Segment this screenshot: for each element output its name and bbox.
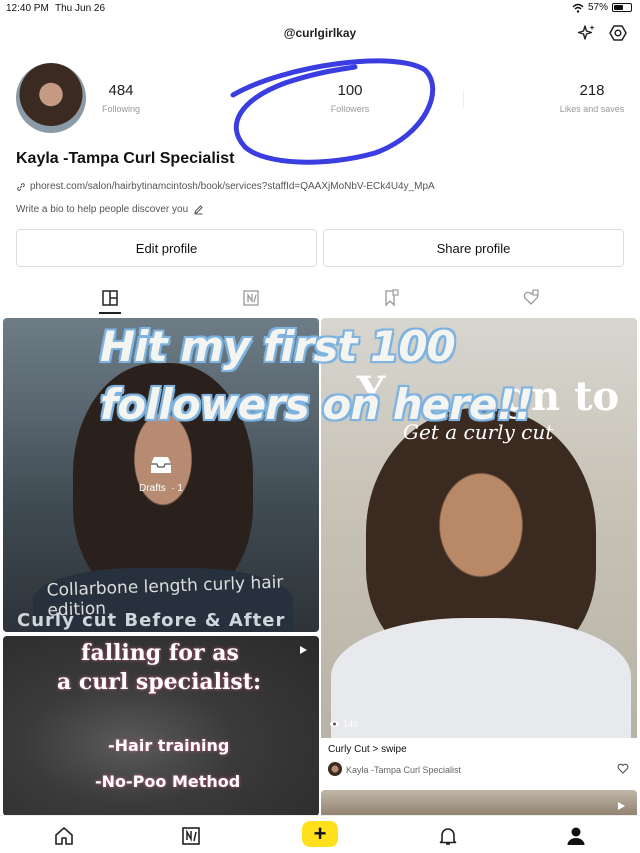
liked-tab-icon[interactable] (522, 289, 540, 307)
settings-icon[interactable] (608, 23, 628, 43)
profile-name: Kayla -Tampa Curl Specialist (16, 150, 235, 167)
bio-prompt[interactable]: Write a bio to help people discover you (16, 204, 204, 215)
post-card-curl-specialist[interactable]: falling for as a curl specialist: -Hair … (3, 636, 319, 816)
notes-icon[interactable] (180, 825, 202, 847)
profile-link[interactable]: phorest.com/salon/hairbytinamcintosh/boo… (16, 181, 435, 192)
status-time: 12:40 PM (6, 3, 49, 14)
likes-label: Likes and saves (559, 104, 625, 114)
likes-count: 218 (579, 82, 605, 99)
post-title: Curly Cut > swipe (328, 744, 407, 755)
post-line-4: -No-Poo Method (95, 772, 241, 791)
profile-icon[interactable] (565, 825, 587, 847)
view-count-value: 140 (343, 719, 359, 729)
drafts-text: Drafts (139, 483, 166, 494)
drafts-label: Drafts · 1 (0, 483, 322, 494)
battery-icon (612, 3, 632, 12)
battery-percent: 57% (587, 2, 608, 13)
status-bar: 12:40 PM Thu Jun 26 57% (0, 0, 640, 18)
video-play-icon (618, 802, 625, 810)
profile-link-text: phorest.com/salon/hairbytinamcintosh/boo… (30, 181, 435, 192)
profile-handle: @curlgirlkay (283, 26, 357, 40)
post-line-3: -Hair training (108, 736, 230, 755)
video-play-icon (300, 646, 307, 654)
post-photo-body (331, 618, 631, 738)
posts-tab-icon[interactable] (101, 289, 119, 307)
notes-tab-icon[interactable] (242, 289, 260, 307)
post-line-2: a curl specialist: (57, 669, 262, 695)
eye-icon (329, 721, 340, 727)
post-meta[interactable]: Curly Cut > swipe Kayla -Tampa Curl Spec… (321, 738, 637, 788)
edit-pencil-icon (194, 205, 203, 215)
bell-icon[interactable] (437, 825, 459, 847)
avatar[interactable] (16, 63, 86, 133)
following-stat[interactable]: 484 Following (96, 82, 146, 114)
saved-tab-icon[interactable] (382, 289, 400, 307)
stat-divider (463, 90, 464, 108)
post-line-1: falling for as (81, 640, 239, 666)
sparkle-icon[interactable] (576, 23, 596, 43)
post-text-before-after: Curly cut Before & After (17, 610, 286, 631)
bio-placeholder: Write a bio to help people discover you (16, 204, 189, 215)
home-icon[interactable] (53, 825, 75, 847)
drafts-box-icon (151, 457, 171, 473)
author-avatar (328, 762, 342, 776)
wifi-icon (572, 3, 584, 13)
edit-profile-button[interactable]: Edit profile (16, 229, 317, 267)
like-heart-icon[interactable] (617, 763, 629, 774)
create-post-button[interactable]: + (302, 821, 338, 847)
post-author: Kayla -Tampa Curl Specialist (346, 765, 462, 775)
status-date: Thu Jun 26 (55, 3, 106, 14)
drafts-count: · 1 (171, 483, 183, 494)
following-count: 484 (108, 82, 134, 99)
bottom-nav: + (0, 815, 640, 853)
likes-saves-stat[interactable]: 218 Likes and saves (552, 82, 632, 114)
view-count: 140 (329, 719, 358, 729)
following-label: Following (101, 104, 141, 114)
drafts-indicator: Drafts · 1 (0, 455, 322, 494)
status-right: 57% (572, 2, 632, 13)
share-profile-button[interactable]: Share profile (323, 229, 624, 267)
overlay-line-1: Hit my first 100 (100, 322, 456, 371)
overlay-caption: Hit my first 100 followers on here!! (100, 318, 534, 434)
active-tab-indicator (99, 312, 121, 314)
overlay-line-2: followers on here!! (100, 380, 534, 429)
link-icon (17, 182, 25, 191)
hand-drawn-circle (230, 58, 436, 165)
